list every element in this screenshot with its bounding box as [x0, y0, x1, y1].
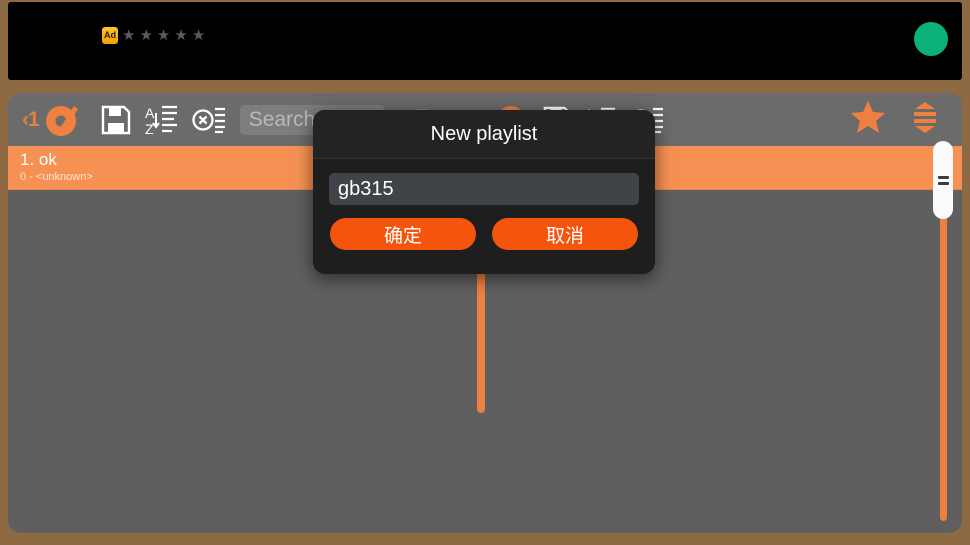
- back-button-label: ‹1: [22, 107, 40, 131]
- sort-a-z-icon[interactable]: A Z: [145, 104, 179, 136]
- ad-close-dot-icon[interactable]: [914, 22, 948, 56]
- dialog-title: New playlist: [313, 110, 655, 159]
- ad-badge: Ad: [102, 27, 118, 44]
- playlist-name-value: gb315: [338, 177, 394, 200]
- star-icon: ★: [122, 27, 136, 44]
- ad-rating-row: Ad ★ ★ ★ ★ ★: [102, 27, 205, 44]
- scrollbar-thumb[interactable]: [933, 141, 953, 219]
- dialog-button-row: 确定 取消: [313, 218, 655, 250]
- equalizer-icon[interactable]: [908, 100, 942, 139]
- svg-text:A: A: [145, 105, 155, 121]
- star-icon: ★: [174, 27, 188, 44]
- playlist-name-input[interactable]: gb315: [329, 173, 639, 205]
- clear-list-icon[interactable]: [192, 104, 226, 136]
- back-button[interactable]: ‹1: [22, 107, 40, 132]
- star-icon: ★: [191, 27, 206, 44]
- ad-banner[interactable]: Ad ★ ★ ★ ★ ★: [8, 2, 962, 80]
- cancel-button[interactable]: 取消: [492, 218, 638, 250]
- grip-line: [937, 175, 949, 179]
- search-placeholder: Search: [248, 107, 316, 131]
- star-icon[interactable]: [850, 100, 886, 139]
- star-icon: ★: [139, 27, 153, 44]
- new-playlist-dialog: New playlist gb315 确定 取消: [313, 110, 655, 274]
- grip-line: [937, 181, 949, 185]
- floppy-disk-icon[interactable]: [100, 104, 132, 136]
- svg-text:Z: Z: [145, 121, 154, 136]
- star-icon: ★: [156, 27, 171, 44]
- vinyl-record-icon[interactable]: [43, 102, 87, 138]
- confirm-button[interactable]: 确定: [330, 218, 476, 250]
